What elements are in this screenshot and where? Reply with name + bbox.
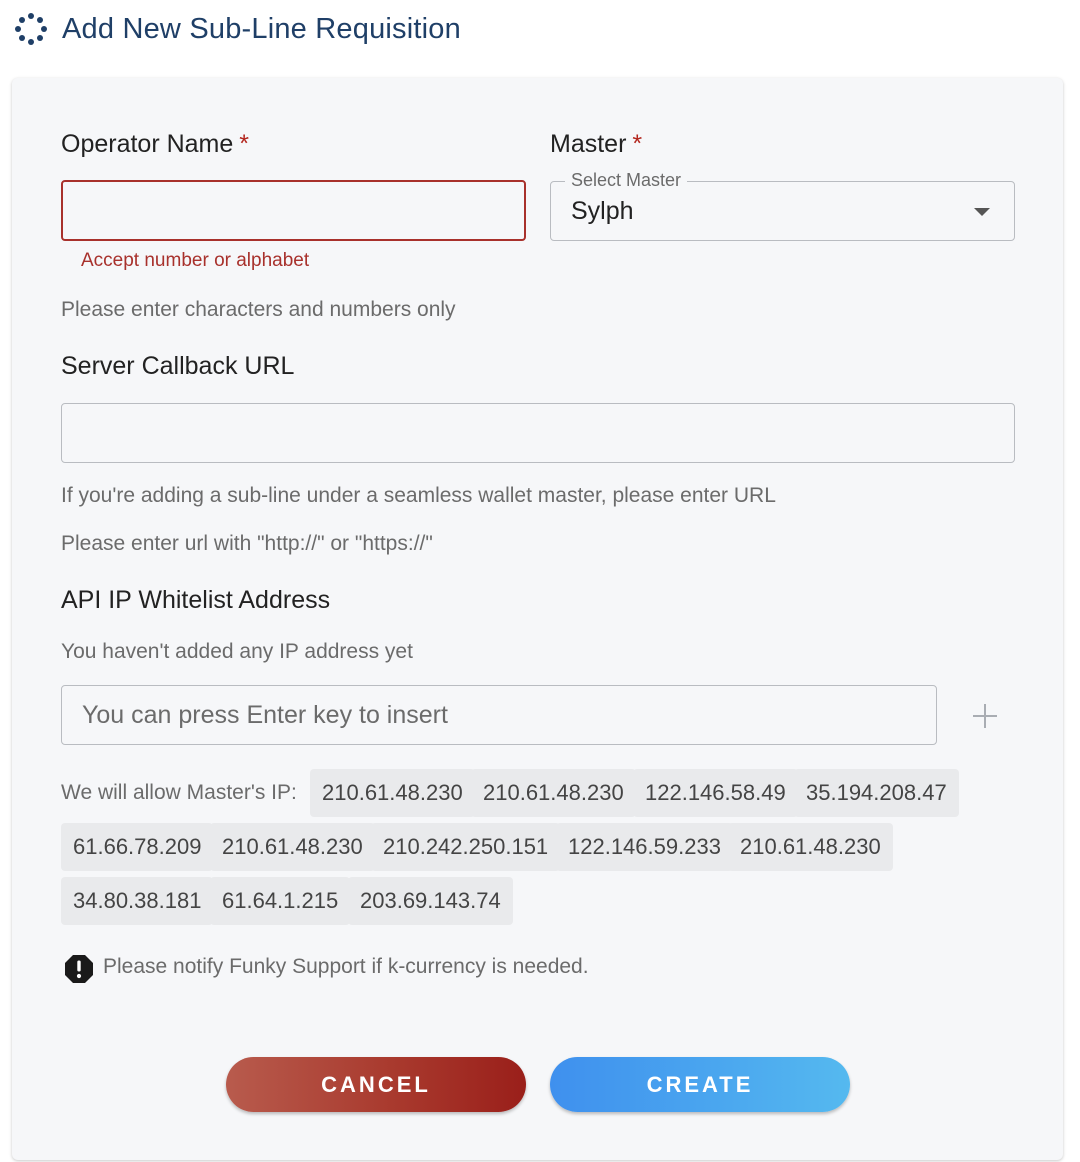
server-callback-url-label: Server Callback URL — [61, 352, 295, 380]
operator-name-label: Operator Name * — [61, 130, 249, 159]
master-ip-chip: 61.66.78.209 — [61, 823, 214, 871]
operator-name-error: Accept number or alphabet — [81, 250, 310, 271]
master-ip-chip: 122.146.58.49 — [633, 769, 798, 817]
api-ip-whitelist-label: API IP Whitelist Address — [61, 586, 331, 614]
required-mark: * — [632, 130, 643, 158]
server-callback-url-input[interactable] — [61, 403, 1015, 463]
cancel-button[interactable]: CANCEL — [226, 1057, 526, 1112]
master-ip-chip: 203.69.143.74 — [348, 877, 513, 925]
page-title: Add New Sub-Line Requisition — [62, 12, 461, 45]
server-callback-url-help-2: Please enter url with "http://" or "http… — [61, 532, 433, 555]
operator-name-input[interactable] — [61, 180, 526, 241]
master-ip-chip: 210.61.48.230 — [310, 769, 475, 817]
master-ip-chip: 210.61.48.230 — [471, 769, 636, 817]
master-ip-chip: 34.80.38.181 — [61, 877, 214, 925]
master-label-text: Master — [550, 130, 627, 158]
master-ip-chip: 61.64.1.215 — [210, 877, 351, 925]
page-header: Add New Sub-Line Requisition — [14, 12, 461, 46]
ip-address-input[interactable]: You can press Enter key to insert — [61, 685, 937, 745]
exclamation-octagon-icon — [65, 955, 93, 983]
allow-master-ip-prefix: We will allow Master's IP: — [61, 781, 297, 804]
add-ip-plus-icon[interactable] — [973, 704, 997, 728]
server-callback-url-help-1: If you're adding a sub-line under a seam… — [61, 484, 776, 507]
master-label: Master * — [550, 130, 642, 159]
master-ip-chip: 210.61.48.230 — [728, 823, 893, 871]
master-ip-chip: 210.61.48.230 — [210, 823, 375, 871]
master-ip-chip: 35.194.208.47 — [794, 769, 959, 817]
required-mark: * — [239, 130, 250, 158]
master-select-value: Sylph — [571, 197, 634, 225]
operator-name-help: Please enter characters and numbers only — [61, 298, 456, 321]
ip-input-placeholder: You can press Enter key to insert — [82, 701, 448, 729]
spinner-dots-icon — [15, 13, 47, 45]
k-currency-notice: Please notify Funky Support if k-currenc… — [103, 955, 589, 978]
create-button[interactable]: CREATE — [550, 1057, 850, 1112]
master-select-legend: Select Master — [565, 170, 688, 191]
master-select[interactable]: Select Master Sylph — [550, 170, 1015, 241]
ip-empty-text: You haven't added any IP address yet — [61, 640, 413, 663]
requisition-form-card: Operator Name * Accept number or alphabet… — [12, 78, 1063, 1160]
caret-down-icon — [974, 208, 990, 216]
operator-name-label-text: Operator Name — [61, 130, 234, 158]
master-ip-chip: 122.146.59.233 — [556, 823, 733, 871]
master-ip-chip: 210.242.250.151 — [371, 823, 561, 871]
